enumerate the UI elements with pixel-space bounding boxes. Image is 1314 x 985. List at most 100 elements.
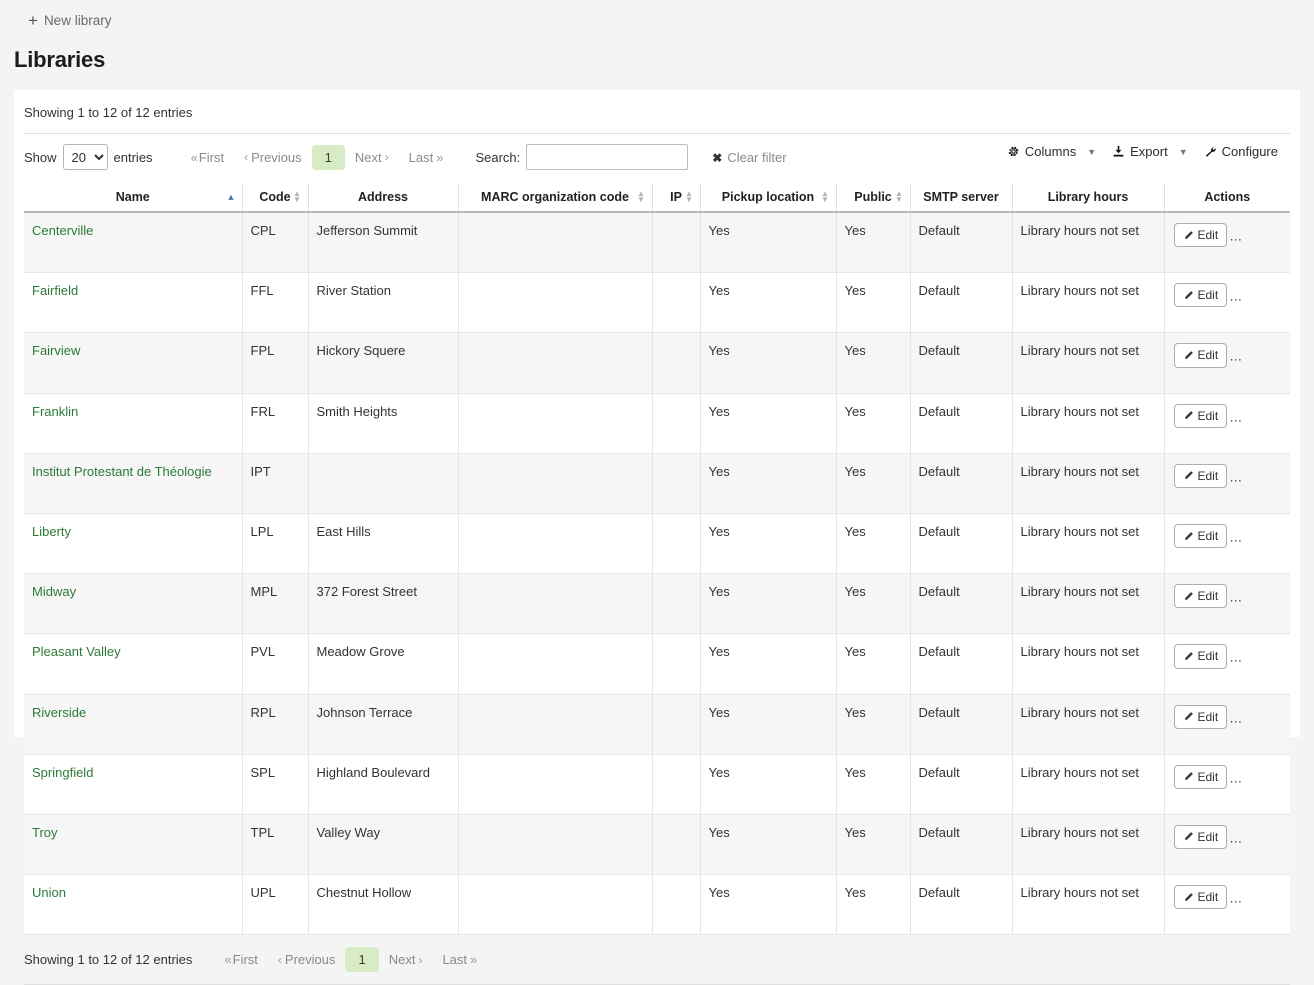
edit-button[interactable]: Edit bbox=[1173, 584, 1228, 609]
column-header-ip[interactable]: IP bbox=[651, 184, 700, 213]
export-button[interactable]: Export ▼ bbox=[1104, 140, 1196, 163]
columns-button[interactable]: Columns ▼ bbox=[999, 140, 1104, 163]
table-header-row: Name Code Address MARC organization code IP P… bbox=[24, 184, 1290, 213]
edit-label: Edit bbox=[1197, 528, 1219, 543]
column-header-smtp-server: SMTP server bbox=[909, 184, 1012, 213]
library-link[interactable]: Troy bbox=[32, 825, 58, 840]
pagination-top: «First ‹ Previous 1 Next › Last» bbox=[181, 144, 452, 170]
cell-public: Yes bbox=[835, 633, 910, 695]
library-link[interactable]: Pleasant Valley bbox=[32, 644, 121, 659]
library-link[interactable]: Union bbox=[32, 885, 66, 900]
cell-actions: Edit Delete bbox=[1163, 814, 1290, 876]
pencil-icon bbox=[1184, 591, 1193, 600]
configure-button[interactable]: Configure bbox=[1196, 140, 1286, 163]
cell-ip bbox=[651, 212, 700, 274]
edit-button[interactable]: Edit bbox=[1173, 403, 1228, 428]
pencil-icon bbox=[1184, 832, 1193, 841]
pagination-previous[interactable]: ‹ Previous bbox=[234, 146, 312, 169]
pagination-next[interactable]: Next › bbox=[379, 948, 433, 971]
column-header-label: IP bbox=[670, 190, 682, 204]
edit-label: Edit bbox=[1197, 468, 1219, 483]
edit-button[interactable]: Edit bbox=[1173, 764, 1228, 789]
edit-button[interactable]: Edit bbox=[1173, 223, 1228, 248]
cell-smtp-server: Default bbox=[909, 814, 1012, 876]
cell-code: LPL bbox=[241, 513, 308, 575]
pagination-next-label: Next bbox=[388, 952, 416, 968]
library-link[interactable]: Fairfield bbox=[32, 283, 78, 298]
edit-button[interactable]: Edit bbox=[1173, 463, 1228, 488]
new-library-button[interactable]: + New library bbox=[28, 12, 111, 30]
pagination-page-1[interactable]: 1 bbox=[345, 947, 379, 973]
double-chevron-right-icon: » bbox=[470, 952, 477, 968]
cell-actions: Edit Delete bbox=[1163, 573, 1290, 635]
delete-label: Delete bbox=[1253, 769, 1288, 784]
pagination-previous-label: Previous bbox=[284, 952, 336, 968]
pagination-previous-label: Previous bbox=[251, 149, 302, 165]
cell-code: TPL bbox=[241, 814, 308, 876]
edit-button[interactable]: Edit bbox=[1173, 885, 1228, 910]
cell-public: Yes bbox=[835, 272, 910, 334]
column-header-address: Address bbox=[307, 184, 458, 213]
column-header-public[interactable]: Public bbox=[835, 184, 910, 213]
columns-label: Columns bbox=[1024, 144, 1077, 159]
chevron-left-icon: ‹ bbox=[277, 952, 282, 967]
cell-actions: Edit Delete bbox=[1163, 754, 1290, 815]
table-row: Liberty LPL East Hills Yes Yes Default Library… bbox=[24, 513, 1290, 575]
cell-smtp-server: Default bbox=[909, 694, 1012, 755]
table-row: Union UPL Chestnut Hollow Yes Yes Default Libr… bbox=[24, 874, 1290, 936]
library-link[interactable]: Institut Protestant de Théologie bbox=[32, 464, 212, 479]
cell-pickup-location: Yes bbox=[699, 453, 836, 514]
chevron-down-icon: ▼ bbox=[1087, 146, 1097, 157]
library-link[interactable]: Midway bbox=[32, 584, 76, 599]
edit-button[interactable]: Edit bbox=[1173, 343, 1228, 368]
cell-public: Yes bbox=[835, 393, 910, 454]
library-link[interactable]: Springfield bbox=[32, 765, 93, 780]
gear-icon bbox=[1008, 146, 1019, 157]
column-header-name[interactable]: Name bbox=[24, 184, 242, 213]
edit-label: Edit bbox=[1197, 228, 1219, 242]
column-header-pickup-location[interactable]: Pickup location bbox=[699, 184, 836, 213]
edit-label: Edit bbox=[1197, 829, 1219, 844]
edit-button[interactable]: Edit bbox=[1173, 283, 1228, 308]
column-header-code[interactable]: Code bbox=[241, 184, 308, 213]
pencil-icon bbox=[1184, 772, 1193, 781]
pagination-first[interactable]: «First bbox=[214, 948, 268, 971]
column-header-label: Pickup location bbox=[721, 190, 815, 204]
library-link[interactable]: Riverside bbox=[32, 705, 86, 720]
cell-library-hours: Library hours not set bbox=[1011, 573, 1164, 635]
cell-name: Franklin bbox=[24, 393, 242, 454]
page-length-select[interactable]: 20 bbox=[62, 144, 108, 170]
pagination-next[interactable]: Next › bbox=[345, 146, 399, 169]
table-controls: Show 20 entries «First ‹ Previous 1 Next ›… bbox=[14, 134, 1300, 180]
search-input[interactable] bbox=[526, 144, 689, 170]
pagination-page-1[interactable]: 1 bbox=[311, 144, 345, 170]
edit-button[interactable]: Edit bbox=[1173, 824, 1228, 850]
cell-marc-organization-code bbox=[457, 393, 652, 454]
table-tools: Columns ▼ Export ▼ Configure bbox=[999, 140, 1286, 163]
library-link[interactable]: Franklin bbox=[32, 404, 78, 419]
pagination-first-label: First bbox=[198, 149, 225, 165]
cell-smtp-server: Default bbox=[909, 332, 1012, 394]
library-link[interactable]: Centerville bbox=[32, 223, 93, 238]
cell-address bbox=[307, 453, 458, 514]
library-link[interactable]: Fairview bbox=[32, 343, 80, 358]
edit-button[interactable]: Edit bbox=[1173, 644, 1228, 669]
cell-pickup-location: Yes bbox=[699, 393, 836, 454]
clear-filter-button[interactable]: ✖ Clear filter bbox=[712, 150, 786, 165]
cell-public: Yes bbox=[835, 453, 910, 514]
pencil-icon bbox=[1184, 351, 1193, 359]
edit-button[interactable]: Edit bbox=[1173, 523, 1228, 549]
pagination-previous[interactable]: ‹ Previous bbox=[268, 948, 346, 971]
column-header-marc-organization-code[interactable]: MARC organization code bbox=[457, 184, 652, 213]
chevron-down-icon: ▼ bbox=[1178, 146, 1188, 157]
search-label: Search: bbox=[475, 149, 521, 165]
edit-button[interactable]: Edit bbox=[1173, 704, 1228, 729]
cell-marc-organization-code bbox=[457, 453, 652, 514]
library-link[interactable]: Liberty bbox=[32, 524, 71, 539]
cell-library-hours: Library hours not set bbox=[1011, 814, 1164, 876]
cell-code: RPL bbox=[241, 694, 308, 755]
pagination-last[interactable]: Last» bbox=[399, 146, 452, 169]
cell-public: Yes bbox=[835, 212, 910, 274]
pagination-first[interactable]: «First bbox=[181, 146, 235, 169]
pagination-last[interactable]: Last» bbox=[432, 948, 485, 971]
